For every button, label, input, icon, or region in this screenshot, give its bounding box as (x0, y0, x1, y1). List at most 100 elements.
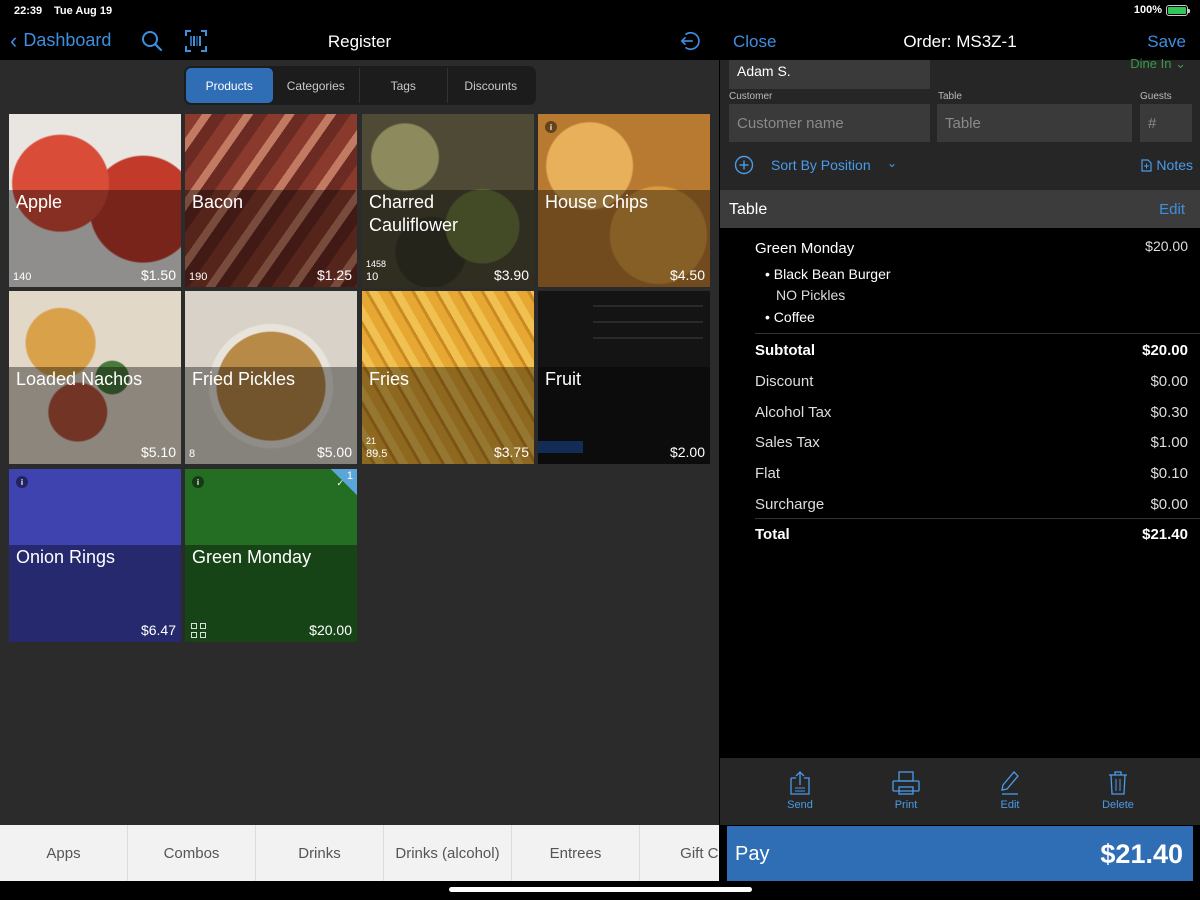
selected-quantity: 1 (346, 470, 353, 482)
notes-button[interactable]: Notes (1141, 157, 1193, 173)
save-button[interactable]: Save (1147, 32, 1186, 52)
send-icon (790, 771, 810, 795)
category-apps[interactable]: Apps (0, 825, 128, 881)
category-entrees[interactable]: Entrees (512, 825, 640, 881)
pay-button[interactable]: Pay $21.40 (727, 826, 1193, 881)
battery-status: 100% (1133, 4, 1190, 16)
dashboard-back-button[interactable]: ‹ Dashboard (10, 29, 111, 51)
selected-badge (331, 469, 357, 495)
info-icon[interactable]: i (192, 476, 204, 488)
register-nav-bar: ‹ Dashboard Register (0, 22, 719, 60)
dine-in-label: Dine In (1130, 56, 1172, 71)
total-value: $0.00 (1150, 496, 1188, 513)
category-bar: Apps Combos Drinks Drinks (alcohol) Entr… (0, 825, 719, 881)
customer-name-input[interactable] (729, 104, 930, 142)
product-tile-house-chips[interactable]: i House Chips $4.50 (538, 114, 710, 287)
product-price: $6.47 (140, 622, 176, 638)
product-tile-green-monday[interactable]: i 1 ✓ Green Monday $20.00 (185, 469, 357, 642)
category-gift-cards[interactable]: Gift Ca (640, 825, 719, 881)
product-name: House Chips (545, 192, 649, 212)
product-secondary-count: 21 (366, 436, 377, 446)
delete-button[interactable]: Delete (1083, 770, 1153, 811)
line-item-modifier: NO Pickles (776, 287, 846, 303)
info-icon[interactable]: i (16, 476, 28, 488)
order-nav-bar: Close Order: MS3Z-1 Save (720, 22, 1200, 60)
product-price: $3.90 (493, 267, 529, 283)
product-name: Fried Pickles (192, 369, 296, 389)
total-value: $0.30 (1150, 404, 1188, 421)
close-button[interactable]: Close (733, 32, 776, 52)
segment-tags[interactable]: Tags (360, 68, 448, 103)
total-label: Surcharge (755, 496, 825, 513)
print-button[interactable]: Print (871, 770, 941, 811)
product-name: Apple (16, 192, 63, 212)
notes-label: Notes (1156, 157, 1193, 173)
pencil-icon (1001, 771, 1019, 795)
barcode-scan-icon[interactable] (184, 29, 208, 53)
send-label: Send (787, 799, 813, 811)
product-tile-fruit[interactable]: Fruit $2.00 (538, 291, 710, 464)
product-name: Onion Rings (16, 547, 116, 567)
product-name: Charred Cauliflower (369, 192, 459, 235)
battery-percent: 100% (1133, 4, 1162, 16)
home-indicator[interactable] (449, 887, 752, 892)
dine-in-selector[interactable]: Dine In ⌄ (1130, 56, 1186, 72)
total-value: $0.00 (1150, 373, 1188, 390)
pay-label: Pay (735, 843, 770, 865)
info-icon[interactable]: i (545, 121, 557, 133)
section-edit-button[interactable]: Edit (1159, 201, 1185, 218)
product-price: $4.50 (669, 267, 705, 283)
table-label: Table (938, 91, 962, 102)
delete-label: Delete (1102, 799, 1134, 811)
product-tile-charred-cauliflower[interactable]: Charred Cauliflower 1458 10 $3.90 (362, 114, 534, 287)
guests-label: Guests (1140, 91, 1172, 102)
product-tile-fried-pickles[interactable]: Fried Pickles 8 $5.00 (185, 291, 357, 464)
total-value: $21.40 (1142, 526, 1188, 543)
flat-row: Flat $0.10 (755, 465, 1188, 485)
search-icon[interactable] (140, 29, 164, 53)
section-title: Table (729, 201, 768, 218)
table-input[interactable] (937, 104, 1132, 142)
category-drinks-alcohol[interactable]: Drinks (alcohol) (384, 825, 512, 881)
divider (755, 518, 1200, 519)
send-button[interactable]: Send (765, 770, 835, 811)
checkmark-icon: ✓ (336, 478, 344, 488)
sort-by-position-button[interactable]: Sort By Position (771, 157, 871, 173)
product-stock-count: 140 (13, 271, 32, 283)
product-tile-fries[interactable]: Fries 21 89.5 $3.75 (362, 291, 534, 464)
segment-products[interactable]: Products (186, 68, 273, 103)
product-price: $1.50 (140, 267, 176, 283)
product-price: $5.10 (140, 444, 176, 460)
product-name: Bacon (192, 192, 244, 212)
total-label: Alcohol Tax (755, 404, 832, 421)
product-tile-loaded-nachos[interactable]: Loaded Nachos $5.10 (9, 291, 181, 464)
product-tile-onion-rings[interactable]: i Onion Rings $6.47 (9, 469, 181, 642)
guests-input[interactable] (1140, 104, 1192, 142)
segment-discounts[interactable]: Discounts (448, 68, 535, 103)
total-value: $1.00 (1150, 434, 1188, 451)
product-tile-apple[interactable]: Apple 140 $1.50 (9, 114, 181, 287)
total-label: Total (755, 526, 790, 543)
register-panel: ‹ Dashboard Register Products Categories… (0, 22, 719, 825)
sort-row: Sort By Position ⌄ Notes (720, 152, 1200, 182)
category-drinks[interactable]: Drinks (256, 825, 384, 881)
chevron-down-icon: ⌄ (887, 156, 898, 170)
order-name-field[interactable]: Adam S. (729, 60, 930, 89)
total-label: Discount (755, 373, 814, 390)
product-stock-count: 190 (189, 271, 208, 283)
add-item-icon[interactable] (734, 155, 754, 175)
edit-button[interactable]: Edit (975, 770, 1045, 811)
order-actions-bar: Send Print Edit Delete (720, 758, 1200, 825)
order-title: Order: MS3Z-1 (903, 32, 1017, 51)
total-label: Subtotal (755, 342, 815, 359)
customer-label: Customer (729, 91, 773, 102)
category-combos[interactable]: Combos (128, 825, 256, 881)
product-price: $5.00 (316, 444, 352, 460)
product-filter-segmented-control: Products Categories Tags Discounts (184, 66, 536, 105)
product-tile-bacon[interactable]: Bacon 190 $1.25 (185, 114, 357, 287)
combo-grid-icon (191, 623, 206, 638)
segment-categories[interactable]: Categories (273, 68, 360, 103)
logout-icon[interactable] (680, 30, 702, 52)
line-item-component: • Black Bean Burger (765, 266, 891, 282)
print-label: Print (894, 799, 918, 811)
